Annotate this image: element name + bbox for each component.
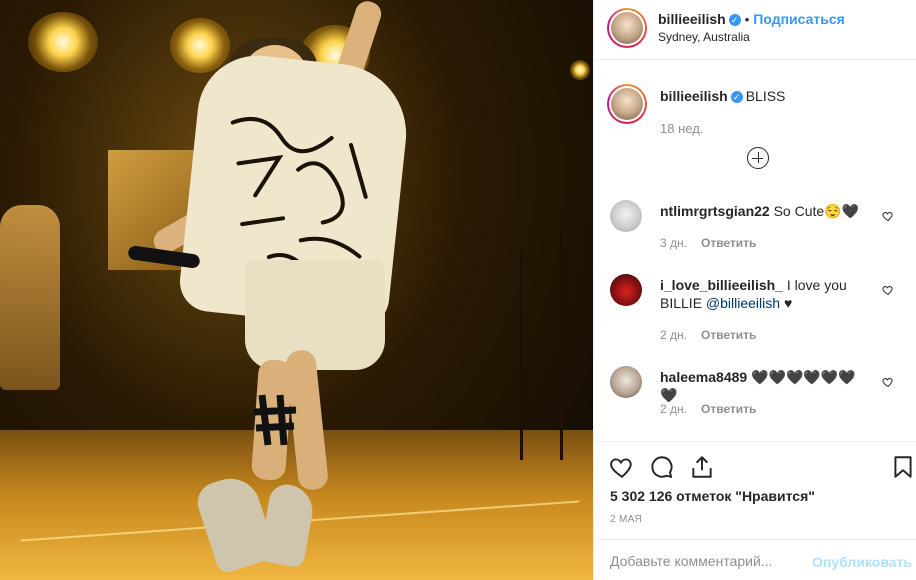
guitarist-figure <box>0 205 60 390</box>
stage-light <box>28 12 98 72</box>
comment-mention-link[interactable]: @billieeilish <box>706 295 780 311</box>
publish-button[interactable]: Опубликовать <box>812 554 912 570</box>
comment-time[interactable]: 3 дн. <box>660 236 687 250</box>
caption-line: billieeilish ✓ BLISS <box>660 88 785 104</box>
stage-light <box>170 18 230 73</box>
commenter-avatar[interactable] <box>610 200 642 232</box>
caption-text: BLISS <box>745 88 786 104</box>
mic-stand <box>520 250 523 460</box>
header-line: billieeilish ✓ • Подписаться <box>658 11 845 27</box>
comment-input[interactable] <box>610 553 810 569</box>
verified-badge-icon: ✓ <box>730 91 743 103</box>
caption-time[interactable]: 18 нед. <box>660 121 703 136</box>
commenter-avatar[interactable] <box>610 274 642 306</box>
avatar-image <box>611 12 643 44</box>
post-location[interactable]: Sydney, Australia <box>658 30 750 44</box>
add-comment-bar: Опубликовать <box>594 539 916 580</box>
comment-username[interactable]: haleema8489 <box>660 369 747 385</box>
comment-username[interactable]: ntlimrgrtsgian22 <box>660 203 770 219</box>
post-date[interactable]: 2 МАЯ <box>610 514 642 525</box>
avatar-image <box>611 88 643 120</box>
like-comment-heart-icon[interactable] <box>882 284 894 296</box>
comment-text: So Cute😌🖤 <box>773 203 860 219</box>
shorts <box>245 260 385 370</box>
comment-username[interactable]: i_love_billieeilish_ <box>660 277 783 293</box>
comment-text-line: haleema8489 🖤🖤🖤🖤🖤🖤🖤 <box>660 368 870 404</box>
like-comment-heart-icon[interactable] <box>882 210 894 222</box>
leg-tattoo-mark <box>253 394 297 446</box>
reply-button[interactable]: Ответить <box>701 236 756 250</box>
header-separator: • <box>744 12 750 27</box>
comment-time[interactable]: 2 дн. <box>660 328 687 342</box>
author-username[interactable]: billieeilish <box>658 11 726 27</box>
author-avatar[interactable] <box>607 8 647 48</box>
commenter-avatar[interactable] <box>610 366 642 398</box>
post-actions: 5 302 126 отметок "Нравится" 2 МАЯ Опубл… <box>594 441 916 580</box>
likes-count[interactable]: 5 302 126 отметок "Нравится" <box>610 488 815 504</box>
comment-time[interactable]: 2 дн. <box>660 402 687 416</box>
share-icon[interactable] <box>689 454 715 480</box>
comment-meta: 2 дн. Ответить <box>660 328 756 342</box>
reply-button[interactable]: Ответить <box>701 402 756 416</box>
caption-author-avatar[interactable] <box>607 84 647 124</box>
caption-username[interactable]: billieeilish <box>660 88 728 104</box>
comment-text-end: ♥ <box>780 295 793 311</box>
reply-button[interactable]: Ответить <box>701 328 756 342</box>
comment-text-line: ntlimrgrtsgian22 So Cute😌🖤 <box>660 202 870 220</box>
comment-meta: 2 дн. Ответить <box>660 402 756 416</box>
like-heart-icon[interactable] <box>609 454 635 480</box>
save-bookmark-icon[interactable] <box>890 454 916 480</box>
verified-badge-icon: ✓ <box>728 14 741 26</box>
post-side-panel: billieeilish ✓ • Подписаться Sydney, Austra… <box>593 0 916 580</box>
mic-stand <box>560 230 563 460</box>
comment-bubble-icon[interactable] <box>649 454 675 480</box>
load-more-comments-icon[interactable] <box>747 147 769 169</box>
post-header: billieeilish ✓ • Подписаться Sydney, Austra… <box>594 0 916 60</box>
follow-button[interactable]: Подписаться <box>753 11 845 27</box>
comment-meta: 3 дн. Ответить <box>660 236 756 250</box>
stage-light <box>570 60 590 80</box>
comment-text-line: i_love_billieeilish_ I love you BILLIE @… <box>660 276 870 312</box>
post-photo[interactable] <box>0 0 593 580</box>
like-comment-heart-icon[interactable] <box>882 376 894 388</box>
